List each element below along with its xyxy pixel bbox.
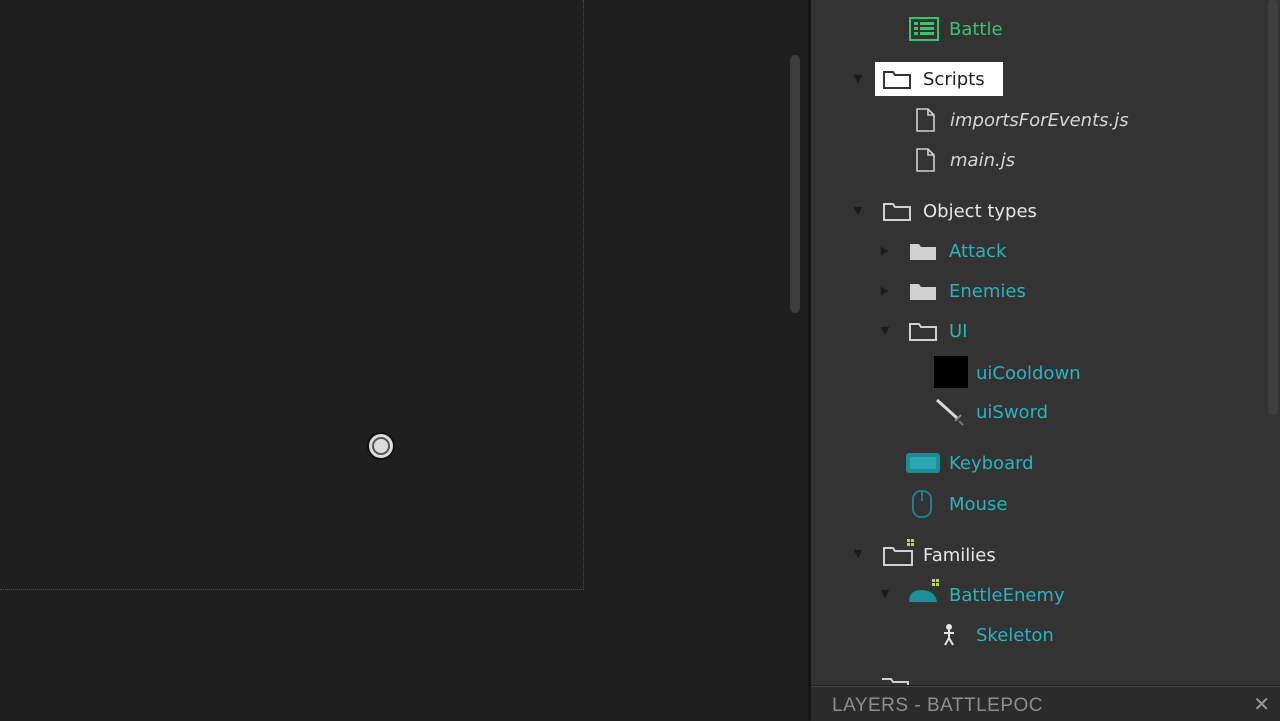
tree-item-label: Enemies (949, 280, 1026, 302)
event-sheet-icon (909, 17, 939, 41)
folder-icon (882, 678, 909, 685)
collapse-arrow-icon[interactable]: ▼ (852, 548, 864, 560)
sprite-thumbnail-icon (934, 356, 968, 388)
folder-icon (883, 203, 911, 221)
layout-boundary-horizontal (0, 589, 584, 590)
folder-icon (883, 71, 911, 89)
tree-item-keyboard[interactable]: Keyboard (903, 446, 1034, 480)
mouse-icon (912, 490, 932, 518)
tree-item-label: Scripts (923, 68, 985, 90)
collapse-arrow-icon[interactable]: ▼ (852, 73, 864, 85)
tree-item-label: Families (923, 544, 996, 566)
tree-item-label: uiCooldown (976, 362, 1081, 384)
collapse-arrow-icon[interactable]: ▼ (879, 325, 891, 337)
tree-item-object-types[interactable]: Object types (875, 194, 1037, 228)
tree-item-imports-file[interactable]: importsForEvents.js (907, 103, 1129, 137)
tree-item-enemies[interactable]: Enemies (903, 274, 1026, 308)
layers-panel-header: LAYERS - BATTLEPOC ✕ (811, 686, 1280, 721)
tree-item-label: Mouse (949, 493, 1008, 515)
sword-icon (935, 398, 964, 426)
tree-item-battle-enemy[interactable]: BattleEnemy (903, 578, 1065, 612)
tree-item-label: Object types (923, 200, 1037, 222)
tree-item-mouse[interactable]: Mouse (903, 487, 1007, 521)
file-icon (916, 108, 935, 132)
expand-arrow-icon[interactable]: ▶ (879, 285, 891, 297)
tree-item-label: main.js (950, 149, 1016, 171)
folder-filled-icon (910, 244, 936, 260)
tree-item-label: importsForEvents.js (950, 109, 1129, 131)
tree-item-label: uiSword (976, 401, 1049, 423)
layout-boundary-vertical (583, 0, 584, 590)
family-folder-icon (883, 539, 914, 566)
tree-item-label: BattleEnemy (949, 584, 1065, 606)
tree-item-main-file[interactable]: main.js (907, 143, 1015, 177)
tree-item-ui[interactable]: UI (903, 314, 967, 348)
collapse-arrow-icon[interactable]: ▼ (879, 588, 891, 600)
tree-item-attack[interactable]: Attack (903, 234, 1006, 268)
collapse-arrow-icon[interactable]: ▼ (852, 205, 864, 217)
layers-panel-title: LAYERS - BATTLEPOC (832, 695, 1044, 716)
folder-filled-icon (910, 284, 936, 300)
keyboard-icon (906, 453, 940, 473)
tree-item-ui-cooldown[interactable]: uiCooldown (931, 356, 1081, 390)
tree-item-label: Keyboard (949, 452, 1034, 474)
tree-item-label: Battle (949, 18, 1003, 40)
tree-item-scripts[interactable]: Scripts (875, 62, 1003, 96)
skeleton-sprite-icon (944, 624, 954, 646)
tree-item-label: Skeleton (976, 624, 1054, 646)
tree-item-battle[interactable]: Battle (907, 12, 1003, 46)
tree-item-label: Attack (949, 240, 1007, 262)
folder-icon (909, 323, 937, 341)
file-icon (916, 148, 935, 172)
panel-scrollbar[interactable] (1268, 0, 1278, 415)
tree-item-skeleton[interactable]: Skeleton (931, 618, 1054, 652)
project-panel: Battle ▼ Scripts importsForEvents.js mai… (811, 0, 1280, 685)
expand-arrow-icon[interactable]: ▶ (879, 245, 891, 257)
tree-item-ui-sword[interactable]: uiSword (931, 395, 1048, 429)
canvas-scrollbar[interactable] (790, 55, 800, 313)
tree-item-label: UI (949, 320, 968, 342)
busy-cursor-icon (367, 432, 395, 460)
close-icon[interactable]: ✕ (1253, 694, 1270, 714)
family-icon (909, 579, 939, 602)
tree-item-families[interactable]: Families (875, 538, 996, 572)
layout-canvas[interactable] (0, 0, 790, 720)
